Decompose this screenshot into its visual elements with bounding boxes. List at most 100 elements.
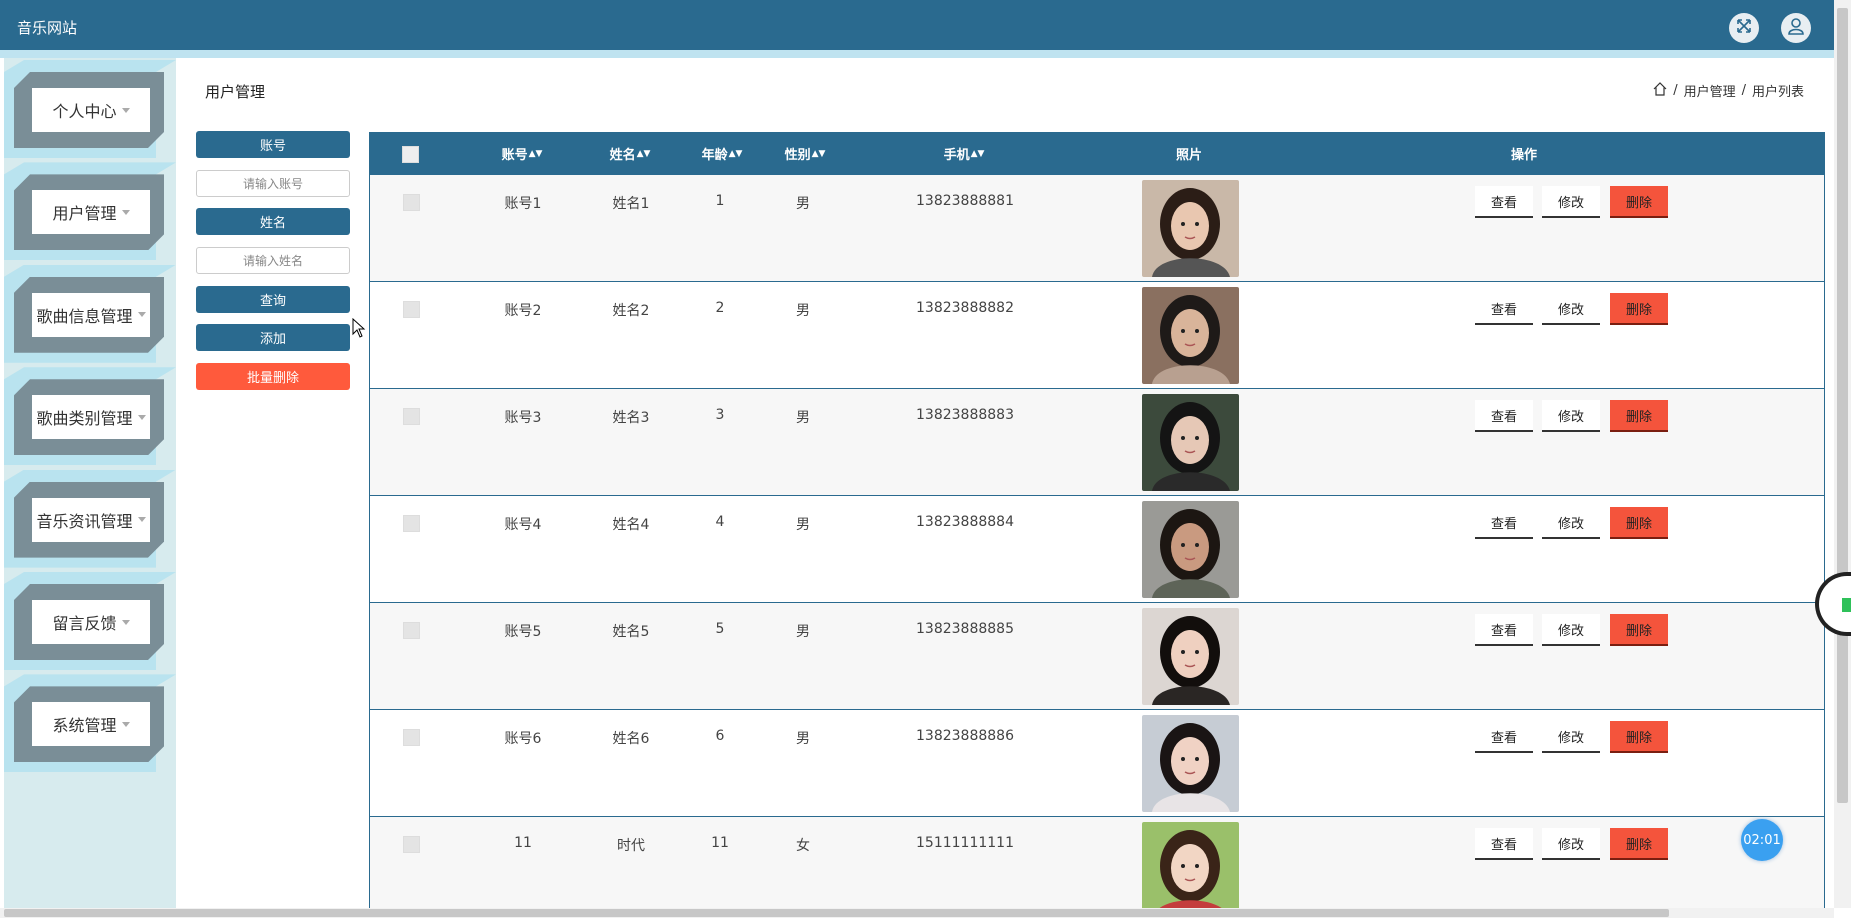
sidebar-item-label: 系统管理 bbox=[52, 716, 117, 736]
fullscreen-button[interactable] bbox=[1729, 13, 1759, 43]
delete-button[interactable]: 删除 bbox=[1610, 507, 1668, 539]
row-checkbox[interactable] bbox=[403, 515, 420, 532]
delete-button[interactable]: 删除 bbox=[1610, 721, 1668, 753]
cell-name: 姓名6 bbox=[612, 731, 650, 747]
edit-button[interactable]: 修改 bbox=[1542, 614, 1600, 646]
sidebar-item-music-news-management[interactable]: 音乐资讯管理 bbox=[4, 469, 176, 568]
row-checkbox[interactable] bbox=[403, 194, 420, 211]
sidebar-item-button[interactable]: 歌曲类别管理 bbox=[32, 395, 150, 440]
name-search-input[interactable] bbox=[196, 247, 350, 274]
edit-button[interactable]: 修改 bbox=[1542, 186, 1600, 218]
sidebar-item-button[interactable]: 系统管理 bbox=[32, 702, 150, 747]
breadcrumb-item-user-management[interactable]: 用户管理 bbox=[1684, 81, 1736, 100]
scrollbar-thumb[interactable] bbox=[4, 909, 1669, 917]
column-header-phone[interactable]: 手机 ▲▼ bbox=[899, 132, 1029, 175]
column-header-age[interactable]: 年龄 ▲▼ bbox=[677, 132, 767, 175]
sidebar-item-button[interactable]: 用户管理 bbox=[32, 190, 150, 235]
cell-phone: 13823888886 bbox=[916, 728, 1014, 744]
sidebar-item-button[interactable]: 留言反馈 bbox=[32, 600, 150, 644]
sidebar-item-feedback[interactable]: 留言反馈 bbox=[4, 572, 176, 670]
select-all-checkbox[interactable] bbox=[402, 146, 419, 163]
column-header-name[interactable]: 姓名 ▲▼ bbox=[585, 132, 675, 175]
column-header-gender[interactable]: 性别 ▲▼ bbox=[760, 132, 850, 175]
breadcrumb-item-user-list: 用户列表 bbox=[1751, 85, 1804, 100]
sidebar-item-button[interactable]: 歌曲信息管理 bbox=[32, 292, 150, 337]
view-button[interactable]: 查看 bbox=[1475, 828, 1533, 860]
sidebar-item-label: 歌曲类别管理 bbox=[36, 409, 133, 429]
edit-button[interactable]: 修改 bbox=[1542, 400, 1600, 432]
sidebar-item-song-info-management[interactable]: 歌曲信息管理 bbox=[4, 264, 176, 363]
view-button[interactable]: 查看 bbox=[1475, 721, 1533, 753]
edit-button[interactable]: 修改 bbox=[1542, 828, 1600, 860]
user-photo bbox=[1142, 608, 1239, 705]
table-row: 账号6 姓名6 6 男 13823888886 查看 修改 删除 bbox=[369, 710, 1825, 817]
chevron-down-icon bbox=[121, 721, 130, 727]
user-photo bbox=[1142, 715, 1239, 812]
sort-icon: ▲▼ bbox=[970, 148, 985, 159]
sort-icon: ▲▼ bbox=[528, 148, 543, 159]
cell-gender: 男 bbox=[796, 624, 810, 640]
delete-button[interactable]: 删除 bbox=[1610, 186, 1668, 218]
view-button[interactable]: 查看 bbox=[1475, 614, 1533, 646]
account-label: 账号 bbox=[196, 131, 350, 158]
user-icon bbox=[1787, 17, 1805, 39]
user-photo bbox=[1142, 501, 1239, 598]
cell-phone: 13823888881 bbox=[916, 193, 1014, 209]
sidebar-item-system-management[interactable]: 系统管理 bbox=[4, 674, 176, 773]
sidebar-item-label: 个人中心 bbox=[52, 102, 117, 121]
column-header-account[interactable]: 账号 ▲▼ bbox=[477, 132, 567, 175]
cell-phone: 13823888882 bbox=[916, 300, 1014, 316]
user-photo bbox=[1142, 822, 1239, 908]
row-checkbox[interactable] bbox=[403, 836, 420, 853]
delete-button[interactable]: 删除 bbox=[1610, 614, 1668, 646]
horizontal-scrollbar[interactable] bbox=[0, 908, 1834, 918]
view-button[interactable]: 查看 bbox=[1475, 400, 1533, 432]
cell-name: 时代 bbox=[617, 838, 645, 854]
view-button[interactable]: 查看 bbox=[1475, 293, 1533, 325]
view-button[interactable]: 查看 bbox=[1475, 186, 1533, 218]
vertical-scrollbar[interactable] bbox=[1834, 0, 1851, 908]
sidebar-item-label: 用户管理 bbox=[52, 204, 117, 224]
query-button[interactable]: 查询 bbox=[196, 286, 350, 313]
cell-account: 11 bbox=[514, 835, 532, 851]
home-icon[interactable] bbox=[1653, 81, 1667, 100]
row-checkbox[interactable] bbox=[403, 622, 420, 639]
sidebar-item-personal-center[interactable]: 个人中心 bbox=[4, 60, 176, 158]
add-button[interactable]: 添加 bbox=[196, 324, 350, 351]
cell-name: 姓名4 bbox=[612, 517, 650, 533]
sidebar-item-label: 音乐资讯管理 bbox=[36, 511, 133, 531]
row-checkbox[interactable] bbox=[403, 301, 420, 318]
sidebar-item-user-management[interactable]: 用户管理 bbox=[4, 162, 176, 261]
account-search-input[interactable] bbox=[196, 170, 350, 197]
cell-gender: 男 bbox=[796, 196, 810, 212]
sort-icon: ▲▼ bbox=[636, 148, 651, 159]
cell-account: 账号4 bbox=[504, 517, 542, 533]
sidebar-item-button[interactable]: 个人中心 bbox=[32, 88, 150, 132]
row-checkbox[interactable] bbox=[403, 729, 420, 746]
breadcrumb: / 用户管理 / 用户列表 bbox=[1653, 81, 1804, 100]
top-bar: 音乐网站 bbox=[0, 0, 1834, 50]
edit-button[interactable]: 修改 bbox=[1542, 293, 1600, 325]
view-button[interactable]: 查看 bbox=[1475, 507, 1533, 539]
edit-button[interactable]: 修改 bbox=[1542, 721, 1600, 753]
header-accent-bar bbox=[0, 50, 1834, 58]
chevron-down-icon bbox=[121, 619, 130, 625]
row-checkbox[interactable] bbox=[403, 408, 420, 425]
timer-badge[interactable]: 02:01 bbox=[1741, 819, 1783, 861]
sidebar-item-label: 留言反馈 bbox=[52, 614, 117, 633]
site-title: 音乐网站 bbox=[17, 19, 78, 37]
edit-button[interactable]: 修改 bbox=[1542, 507, 1600, 539]
delete-button[interactable]: 删除 bbox=[1610, 400, 1668, 432]
sidebar-item-button[interactable]: 音乐资讯管理 bbox=[32, 497, 150, 542]
cell-phone: 15111111111 bbox=[916, 835, 1014, 851]
user-button[interactable] bbox=[1781, 13, 1811, 43]
delete-button[interactable]: 删除 bbox=[1610, 293, 1668, 325]
table-row: 账号5 姓名5 5 男 13823888885 查看 修改 删除 bbox=[369, 603, 1825, 710]
batch-delete-button[interactable]: 批量删除 bbox=[196, 363, 350, 390]
scrollbar-thumb[interactable] bbox=[1837, 8, 1848, 803]
table-row: 账号1 姓名1 1 男 13823888881 查看 修改 删除 bbox=[369, 175, 1825, 282]
cell-gender: 男 bbox=[796, 410, 810, 426]
cell-age: 3 bbox=[715, 407, 725, 423]
delete-button[interactable]: 删除 bbox=[1610, 828, 1668, 860]
sidebar-item-song-category-management[interactable]: 歌曲类别管理 bbox=[4, 367, 176, 466]
